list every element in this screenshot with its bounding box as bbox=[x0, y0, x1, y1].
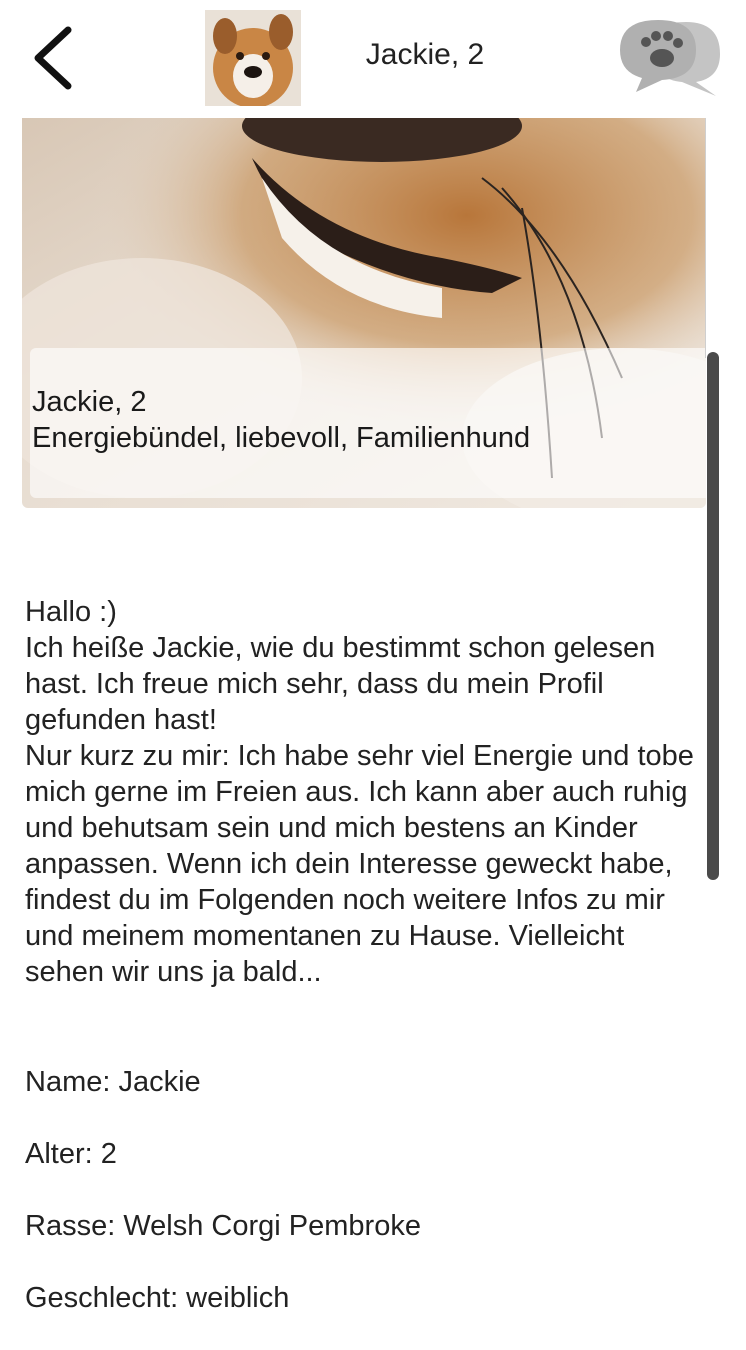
profile-name-age: Jackie, 2 bbox=[32, 386, 147, 418]
header-title: Jackie, 2 bbox=[365, 38, 485, 71]
fact-name: Name: Jackie bbox=[25, 1066, 201, 1098]
avatar[interactable] bbox=[205, 10, 301, 106]
fact-age: Alter: 2 bbox=[25, 1138, 117, 1170]
profile-photo-card[interactable]: Jackie, 2 Energiebündel, liebevoll, Fami… bbox=[22, 118, 706, 508]
profile-description: Hallo :) Ich heiße Jackie, wie du bestim… bbox=[25, 596, 694, 988]
back-button[interactable] bbox=[22, 22, 86, 94]
fact-gender: Geschlecht: weiblich bbox=[25, 1282, 290, 1314]
dog-avatar-image bbox=[205, 10, 301, 106]
chat-button[interactable] bbox=[616, 16, 724, 102]
fact-breed: Rasse: Welsh Corgi Pembroke bbox=[25, 1210, 421, 1242]
profile-facts-list: Name: Jackie Alter: 2 Rasse: Welsh Corgi… bbox=[25, 1062, 705, 1350]
scrollbar-thumb[interactable] bbox=[707, 352, 719, 880]
chevron-left-icon bbox=[34, 26, 72, 90]
scrollbar-track bbox=[705, 118, 706, 358]
app-header: Jackie, 2 bbox=[0, 0, 746, 118]
profile-summary-overlay: Jackie, 2 Energiebündel, liebevoll, Fami… bbox=[30, 348, 706, 498]
paw-chat-icon bbox=[620, 20, 720, 96]
profile-tags: Energiebündel, liebevoll, Familienhund bbox=[32, 422, 531, 454]
